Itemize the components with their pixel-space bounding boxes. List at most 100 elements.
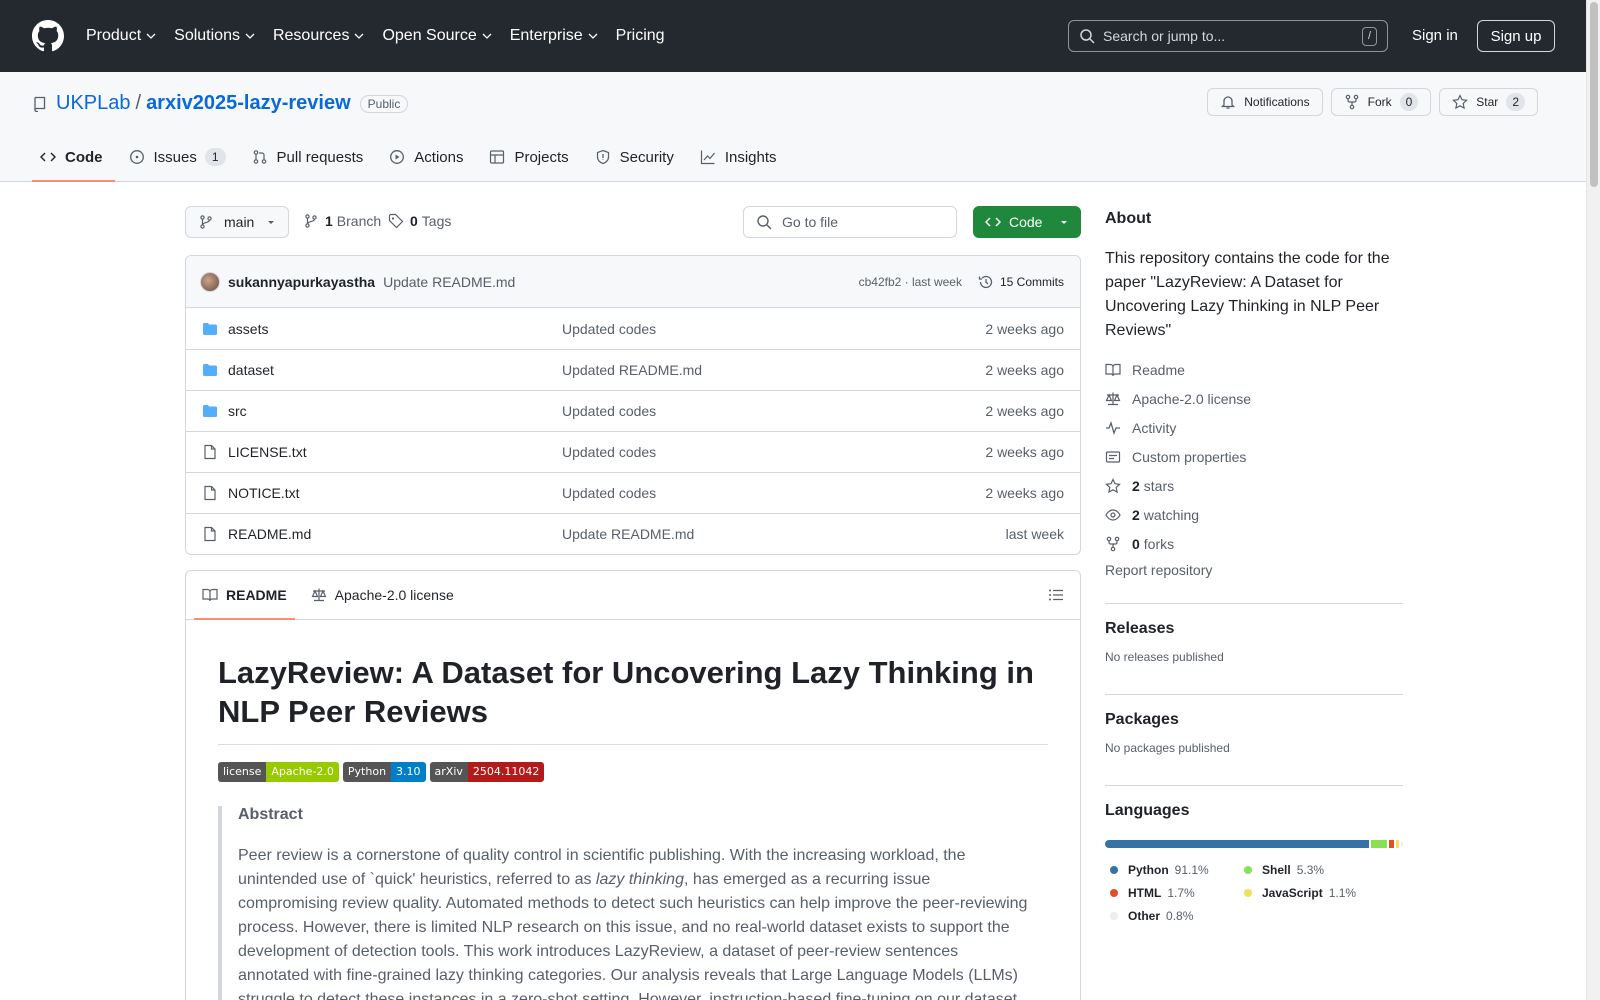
nav-product[interactable]: Product	[86, 27, 156, 45]
nav-open-source[interactable]: Open Source	[382, 27, 492, 45]
language-color-dot	[1110, 865, 1118, 874]
page-scrollbar[interactable]	[1586, 0, 1600, 1000]
language-percent: 91.1%	[1174, 862, 1209, 877]
repo-icon	[34, 96, 46, 112]
releases-heading[interactable]: Releases	[1105, 620, 1403, 638]
file-name-link[interactable]: LICENSE.txt	[228, 444, 562, 460]
star-button[interactable]: Star 2	[1439, 88, 1538, 116]
language-item[interactable]: Other 0.8%	[1105, 904, 1215, 927]
tags-link[interactable]: 0 Tags	[388, 213, 451, 229]
tab-actions[interactable]: Actions	[381, 133, 475, 181]
language-item[interactable]: JavaScript 1.1%	[1239, 881, 1356, 904]
file-commit-message-link[interactable]: Update README.md	[562, 526, 1006, 542]
watching-link[interactable]: 2 watching	[1105, 500, 1403, 529]
star-count: 2	[1506, 93, 1525, 111]
tab-insights[interactable]: Insights	[692, 133, 789, 181]
branches-link[interactable]: 1 Branch	[303, 213, 381, 229]
repo-header: UKPLab / arxiv2025-lazy-review Public No…	[0, 72, 1586, 182]
tab-label: Insights	[724, 148, 777, 166]
commits-history-link[interactable]: 15 Commits	[978, 274, 1064, 290]
github-logo-icon[interactable]	[32, 20, 64, 52]
nav-pricing[interactable]: Pricing	[616, 27, 665, 45]
file-row[interactable]: NOTICE.txt Updated codes 2 weeks ago	[186, 472, 1080, 513]
report-repository-link[interactable]: Report repository	[1105, 562, 1403, 578]
fork-icon	[1345, 94, 1358, 110]
repo-name-link[interactable]: arxiv2025-lazy-review	[146, 92, 351, 115]
language-name: JavaScript	[1262, 885, 1323, 900]
commit-message-link[interactable]: Update README.md	[383, 274, 515, 290]
caret-down-icon	[1061, 221, 1067, 224]
history-icon	[978, 275, 993, 288]
tab-projects[interactable]: Projects	[481, 133, 580, 181]
stars-link[interactable]: 2 stars	[1105, 471, 1403, 500]
tab-pull-requests[interactable]: Pull requests	[244, 133, 376, 181]
custom-properties-link[interactable]: Custom properties	[1105, 442, 1403, 471]
file-commit-message-link[interactable]: Updated README.md	[562, 362, 985, 378]
scrollbar-thumb[interactable]	[1590, 2, 1598, 187]
language-name: Python	[1128, 862, 1169, 877]
sign-in-link[interactable]: Sign in	[1412, 27, 1458, 44]
language-item[interactable]: Shell 5.3%	[1239, 858, 1349, 881]
go-to-file-input[interactable]: Go to file	[743, 206, 957, 238]
file-commit-message-link[interactable]: Updated codes	[562, 485, 985, 501]
shield-badge[interactable]: arXiv 2504.11042	[429, 761, 545, 782]
fork-button[interactable]: Fork 0	[1330, 88, 1432, 116]
custom-properties-label: Custom properties	[1132, 448, 1247, 465]
code-dropdown-button[interactable]: Code	[973, 206, 1081, 238]
license-link[interactable]: Apache-2.0 license	[1105, 384, 1403, 413]
tab-security[interactable]: Security	[587, 133, 686, 181]
shield-value: Apache-2.0	[266, 761, 339, 782]
file-row[interactable]: README.md Update README.md last week	[186, 513, 1080, 554]
language-item[interactable]: Python 91.1%	[1105, 858, 1215, 881]
activity-link[interactable]: Activity	[1105, 413, 1403, 442]
file-name-link[interactable]: src	[228, 403, 562, 419]
issues-count: 1	[204, 148, 226, 166]
repo-owner-link[interactable]: UKPLab	[56, 92, 131, 115]
shield-badge[interactable]: Python 3.10	[342, 761, 426, 782]
file-row[interactable]: assets Updated codes 2 weeks ago	[186, 308, 1080, 349]
file-name-link[interactable]: NOTICE.txt	[228, 485, 562, 501]
file-name-link[interactable]: dataset	[228, 362, 562, 378]
tab-code[interactable]: Code	[32, 133, 115, 182]
file-row[interactable]: LICENSE.txt Updated codes 2 weeks ago	[186, 431, 1080, 472]
file-name-link[interactable]: assets	[228, 321, 562, 337]
file-row[interactable]: dataset Updated README.md 2 weeks ago	[186, 349, 1080, 390]
list-unordered-icon[interactable]	[1048, 587, 1064, 603]
nav-resources[interactable]: Resources	[273, 27, 364, 45]
language-bar	[1105, 840, 1403, 848]
folder-icon	[202, 403, 218, 419]
shield-label: Python	[342, 761, 392, 782]
packages-heading[interactable]: Packages	[1105, 711, 1403, 729]
readme-tab[interactable]: README	[194, 571, 295, 620]
sign-up-button[interactable]: Sign up	[1477, 20, 1555, 52]
readme-content: LazyReview: A Dataset for Uncovering Laz…	[186, 653, 1080, 1000]
avatar[interactable]	[200, 271, 220, 292]
nav-enterprise[interactable]: Enterprise	[510, 27, 598, 45]
forks-label: forks	[1143, 535, 1175, 552]
notifications-button[interactable]: Notifications	[1207, 88, 1323, 116]
file-name-link[interactable]: README.md	[228, 526, 562, 542]
file-age: last week	[1005, 526, 1064, 542]
branch-select-button[interactable]: main	[185, 206, 289, 238]
forks-link[interactable]: 0 forks	[1105, 529, 1403, 558]
book-icon	[1105, 363, 1121, 376]
file-commit-message-link[interactable]: Updated codes	[562, 321, 985, 337]
languages-section: Languages Python 91.1% Shell 5.3% HTML 1.7% Ja…	[1105, 785, 1403, 927]
tab-issues[interactable]: Issues 1	[121, 133, 238, 181]
graph-icon	[700, 150, 715, 165]
nav-label: Enterprise	[509, 27, 583, 44]
commit-author-link[interactable]: sukannyapurkayastha	[228, 274, 375, 290]
file-commit-message-link[interactable]: Updated codes	[562, 444, 985, 460]
file-row[interactable]: src Updated codes 2 weeks ago	[186, 390, 1080, 431]
file-age: 2 weeks ago	[985, 320, 1064, 337]
nav-solutions[interactable]: Solutions	[174, 27, 255, 45]
global-search-input[interactable]: Search or jump to... /	[1068, 20, 1388, 52]
readme-link[interactable]: Readme	[1105, 355, 1403, 384]
notifications-label: Notifications	[1244, 95, 1310, 109]
commit-hash-time[interactable]: cb42fb2 · last week	[859, 275, 962, 289]
tag-icon	[388, 213, 404, 229]
language-item[interactable]: HTML 1.7%	[1105, 881, 1215, 904]
shield-badge[interactable]: license Apache-2.0	[218, 761, 339, 782]
file-commit-message-link[interactable]: Updated codes	[562, 403, 985, 419]
license-tab[interactable]: Apache-2.0 license	[303, 571, 462, 619]
